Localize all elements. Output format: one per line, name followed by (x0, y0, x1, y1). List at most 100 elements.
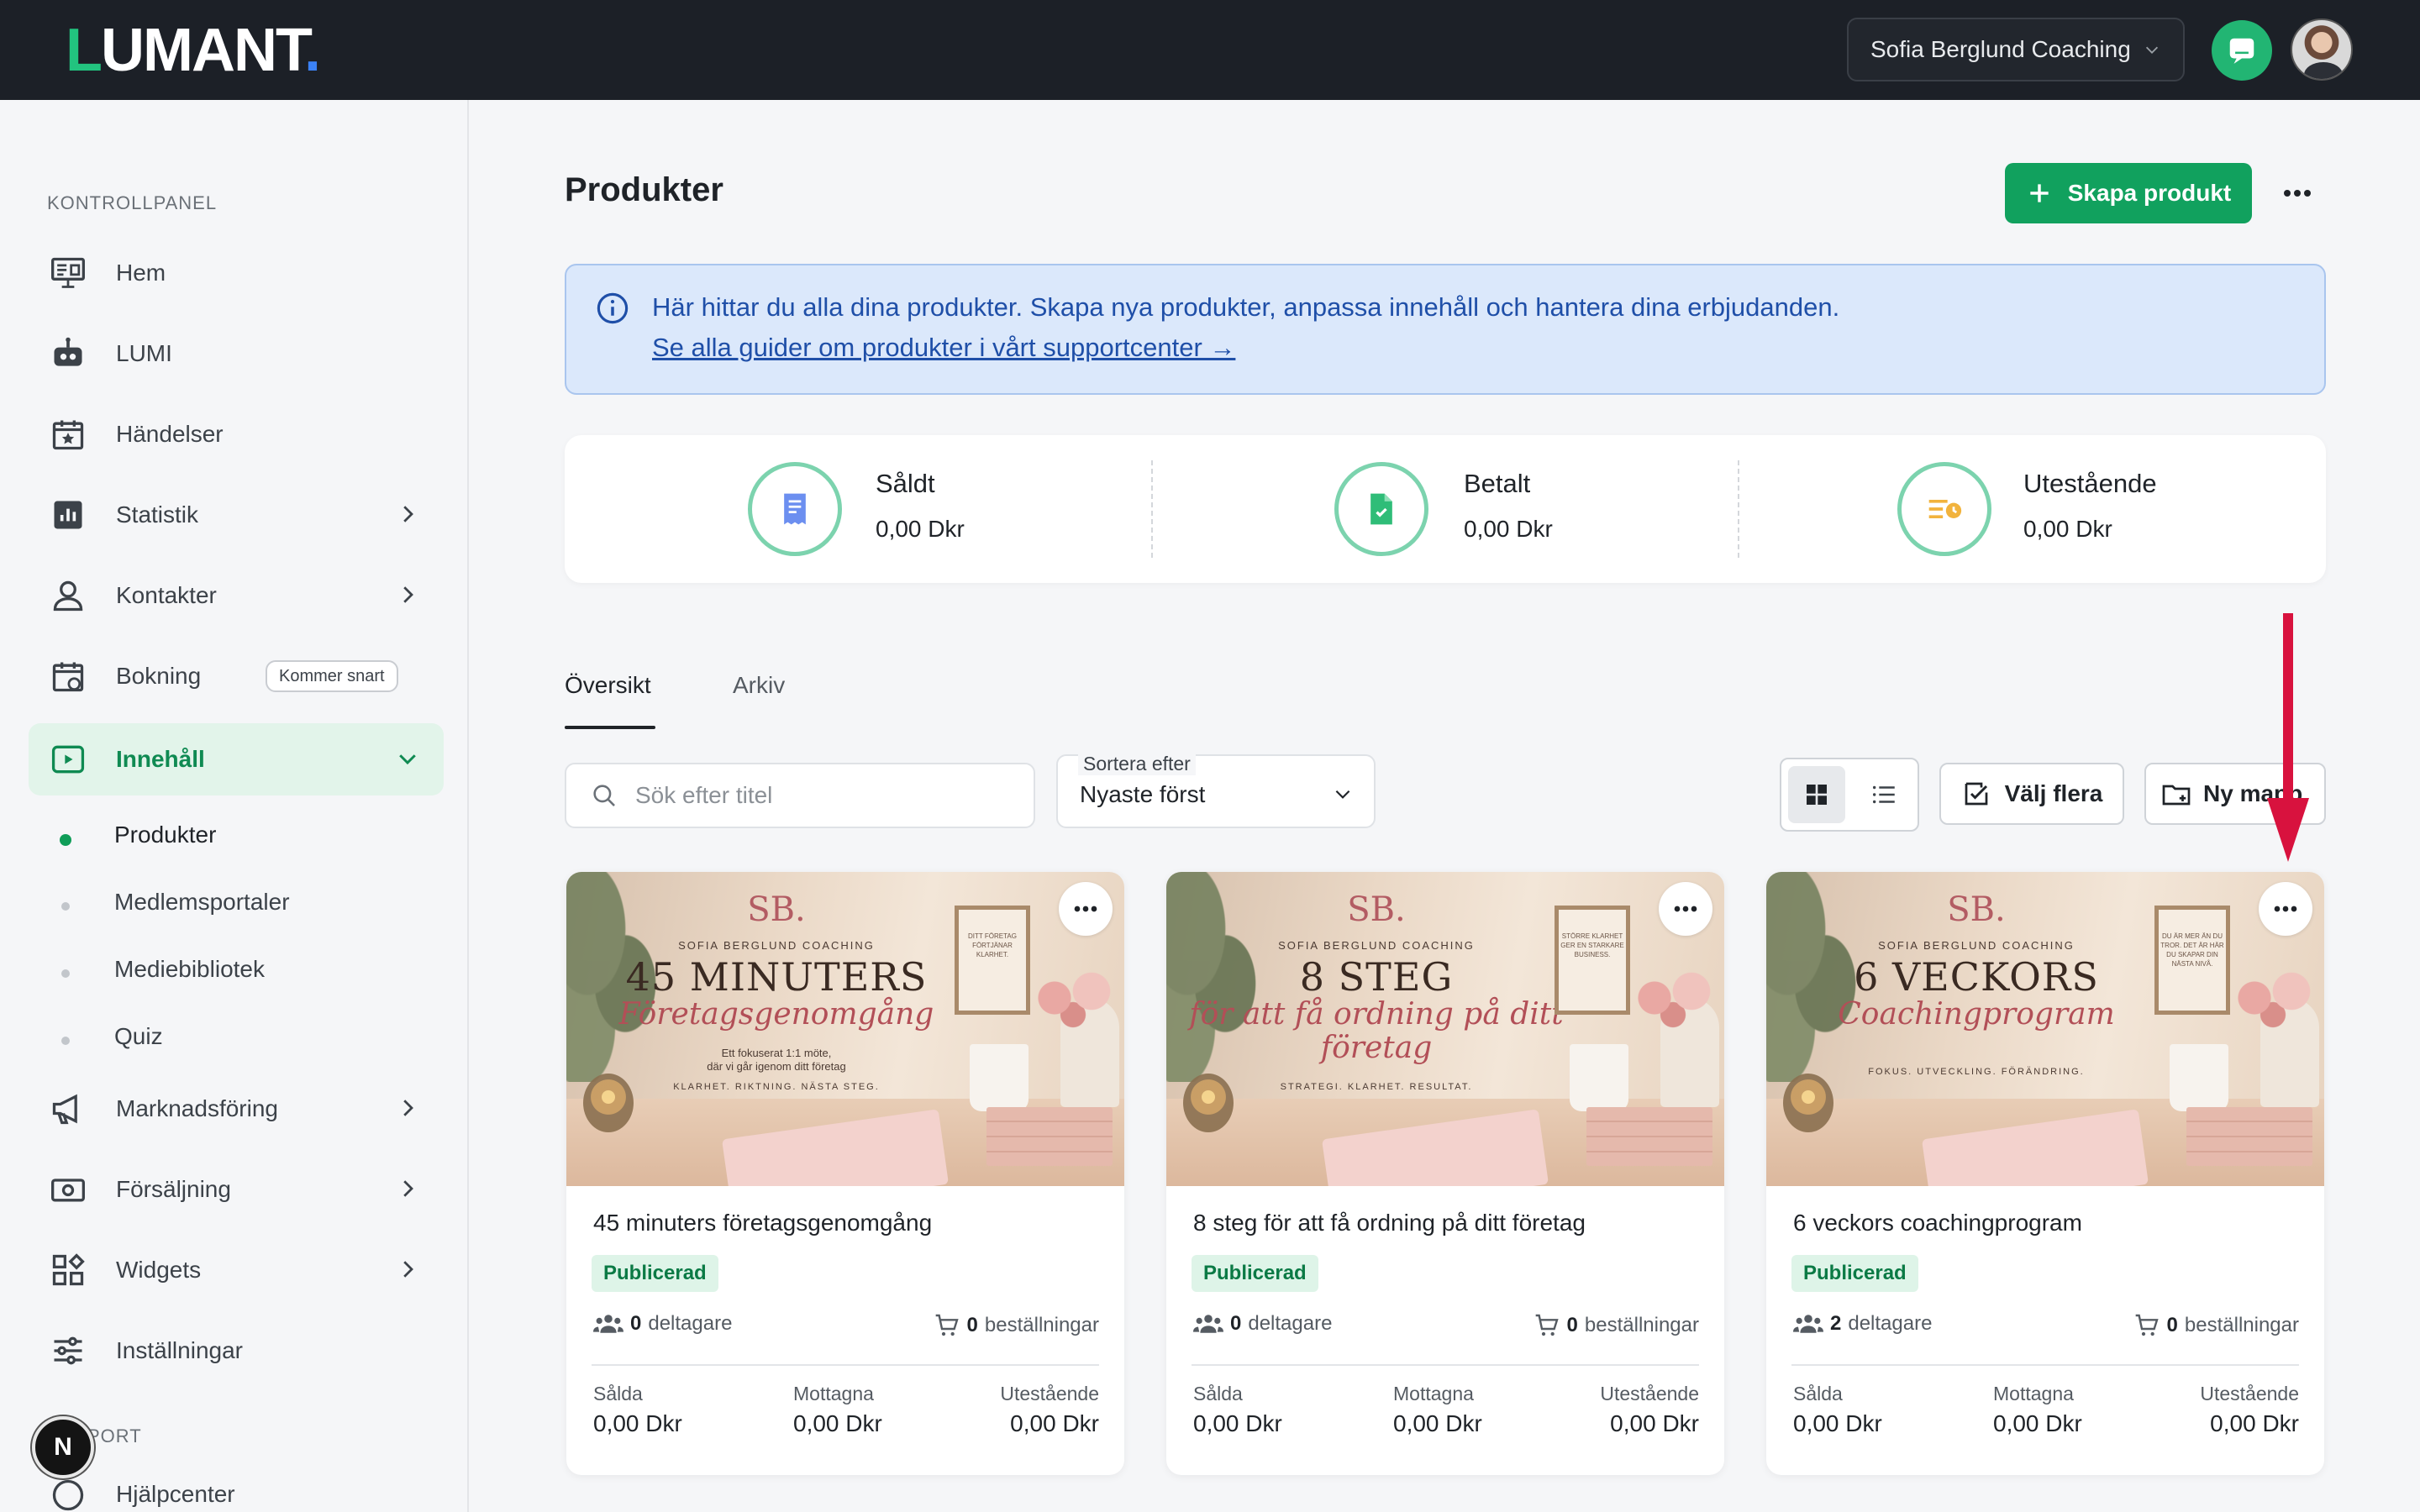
account-name: Sofia Berglund Coaching (1870, 36, 2131, 62)
chat-button[interactable] (2212, 20, 2272, 81)
list-view-button[interactable] (1855, 766, 1912, 823)
sidebar-item-widgets[interactable]: Widgets (29, 1234, 444, 1306)
pending-list-icon (1897, 462, 1991, 556)
money-value: 0,00 Dkr (1793, 1410, 1882, 1436)
thumb-small-text: Ett fokuserat 1:1 möte, där vi går igenom… (566, 1047, 986, 1074)
widgets-icon (49, 1251, 87, 1289)
product-card[interactable]: SB. SOFIA BERGLUND COACHING 45 MINUTERS … (566, 872, 1124, 1475)
chevron-right-icon (403, 506, 413, 522)
list-icon (1872, 785, 1895, 804)
sidebar-item-innehall[interactable]: Innehåll (29, 723, 444, 795)
page-more-button[interactable] (2275, 171, 2319, 215)
sidebar-item-label: Inställningar (116, 1337, 243, 1363)
stat-label: Betalt (1464, 469, 1531, 498)
orders-count: 0 beställningar (934, 1312, 1099, 1339)
person-icon (49, 576, 87, 615)
calendar-sync-icon (49, 657, 87, 696)
page-title: Produkter (565, 171, 723, 208)
info-icon (597, 292, 629, 324)
card-title: 8 steg för att få ordning på ditt företa… (1193, 1210, 1586, 1236)
sidebar-item-label: Marknadsföring (116, 1095, 278, 1121)
card-sold: Sålda 0,00 Dkr (1193, 1383, 1282, 1437)
sidebar-item-bokning[interactable]: Bokning Kommer snart (29, 640, 444, 712)
n-floating-button[interactable]: N (32, 1416, 94, 1478)
chevron-right-icon (403, 1261, 413, 1278)
search-input[interactable] (635, 782, 1005, 809)
cart-icon (2135, 1314, 2159, 1336)
money-label: Sålda (1193, 1383, 1243, 1404)
thumb-mug (2170, 1044, 2228, 1111)
sort-select[interactable]: Sortera efter Nyaste först (1056, 753, 1376, 828)
cash-icon (49, 1170, 87, 1209)
card-more-button[interactable] (2259, 882, 2312, 936)
stats-panel: Såldt 0,00 Dkr Betalt 0,00 Dkr Uteståend… (565, 435, 2326, 583)
sidebar-item-lumi[interactable]: LUMI (29, 318, 444, 390)
create-product-button[interactable]: Skapa produkt (2005, 163, 2252, 223)
chevron-down-icon (399, 754, 416, 765)
chevron-right-icon (403, 586, 413, 603)
sidebar-item-hem[interactable]: Hem (29, 237, 444, 309)
thumb-script: för att få ordning på ditt företag (1189, 997, 1564, 1065)
sidebar-item-kontakter[interactable]: Kontakter (29, 559, 444, 632)
sub-item-quiz[interactable]: Quiz (114, 1023, 163, 1050)
chevron-right-icon (403, 1100, 413, 1116)
card-title: 6 veckors coachingprogram (1793, 1210, 2082, 1236)
participants-label: deltagare (1848, 1312, 1933, 1335)
sort-value: Nyaste först (1080, 781, 1206, 807)
sidebar-item-forsaljning[interactable]: Försäljning (29, 1153, 444, 1226)
card-outstanding: Utestående 0,00 Dkr (1000, 1383, 1099, 1437)
sort-label: Sortera efter (1078, 753, 1196, 775)
calendar-star-icon (49, 415, 87, 454)
product-card[interactable]: SB. SOFIA BERGLUND COACHING 8 STEG för a… (1166, 872, 1724, 1475)
sidebar-item-statistik[interactable]: Statistik (29, 479, 444, 551)
product-thumbnail: SB. SOFIA BERGLUND COACHING 45 MINUTERS … (566, 872, 1124, 1186)
folder-plus-icon (2162, 785, 2191, 806)
product-thumbnail: SB. SOFIA BERGLUND COACHING 6 VECKORS Co… (1766, 872, 2324, 1186)
sub-item-dot-active (60, 834, 71, 846)
people-icon (593, 1315, 623, 1333)
card-more-button[interactable] (1659, 882, 1712, 936)
sub-item-medlemsportaler[interactable]: Medlemsportaler (114, 889, 290, 916)
participants-number: 2 (1830, 1312, 1842, 1335)
thumb-frame: STÖRRE KLARHET GER EN STARKARE BUSINESS. (1555, 906, 1630, 1015)
orders-number: 0 (966, 1314, 978, 1336)
money-value: 0,00 Dkr (2210, 1410, 2299, 1436)
sidebar-item-marknadsforing[interactable]: Marknadsföring (29, 1073, 444, 1145)
sidebar-item-label: Widgets (116, 1257, 202, 1283)
thumb-roses (1027, 964, 1119, 1032)
money-value: 0,00 Dkr (593, 1410, 682, 1436)
receipt-icon (748, 462, 842, 556)
card-more-button[interactable] (1059, 882, 1113, 936)
thumb-small-line: där vi går igenom ditt företag (707, 1060, 846, 1073)
card-outstanding: Utestående 0,00 Dkr (2200, 1383, 2299, 1437)
sidebar-item-hjalpcenter[interactable]: Hjälpcenter (29, 1469, 444, 1511)
sidebar-item-handelser[interactable]: Händelser (29, 398, 444, 470)
grid-view-button[interactable] (1788, 766, 1845, 823)
sub-item-dot (61, 1037, 70, 1045)
sidebar-item-label: Försäljning (116, 1176, 231, 1202)
user-avatar[interactable] (2291, 18, 2353, 81)
support-guides-link[interactable]: Se alla guider om produkter i vårt suppo… (652, 333, 1235, 363)
sidebar-item-installningar[interactable]: Inställningar (29, 1315, 444, 1387)
orders-number: 0 (2166, 1314, 2178, 1336)
play-square-icon (49, 740, 87, 779)
select-multiple-button[interactable]: Välj flera (1939, 763, 2124, 825)
sub-item-mediebibliotek[interactable]: Mediebibliotek (114, 956, 265, 983)
status-badge: Publicerad (1192, 1255, 1318, 1292)
tab-oversikt[interactable]: Översikt (565, 672, 651, 699)
card-title: 45 minuters företagsgenomgång (593, 1210, 933, 1236)
tab-arkiv[interactable]: Arkiv (733, 672, 785, 699)
thumb-tagline: KLARHET. RIKTNING. NÄSTA STEG. (673, 1082, 880, 1092)
chat-icon (2229, 38, 2254, 64)
more-horizontal-icon (1074, 906, 1097, 912)
card-received: Mottagna 0,00 Dkr (1393, 1383, 1482, 1437)
thumb-headline: 6 VECKORS (1854, 954, 2099, 1000)
more-horizontal-icon (1674, 906, 1697, 912)
sub-item-produkter[interactable]: Produkter (114, 822, 216, 848)
product-thumbnail: SB. SOFIA BERGLUND COACHING 8 STEG för a… (1166, 872, 1724, 1186)
account-selector[interactable]: Sofia Berglund Coaching (1847, 18, 2185, 81)
thumb-logo: SB. (747, 890, 806, 929)
product-card[interactable]: SB. SOFIA BERGLUND COACHING 6 VECKORS Co… (1766, 872, 2324, 1475)
lumant-logo[interactable]: LUMANT. (66, 17, 321, 84)
plus-icon (2030, 184, 2049, 202)
